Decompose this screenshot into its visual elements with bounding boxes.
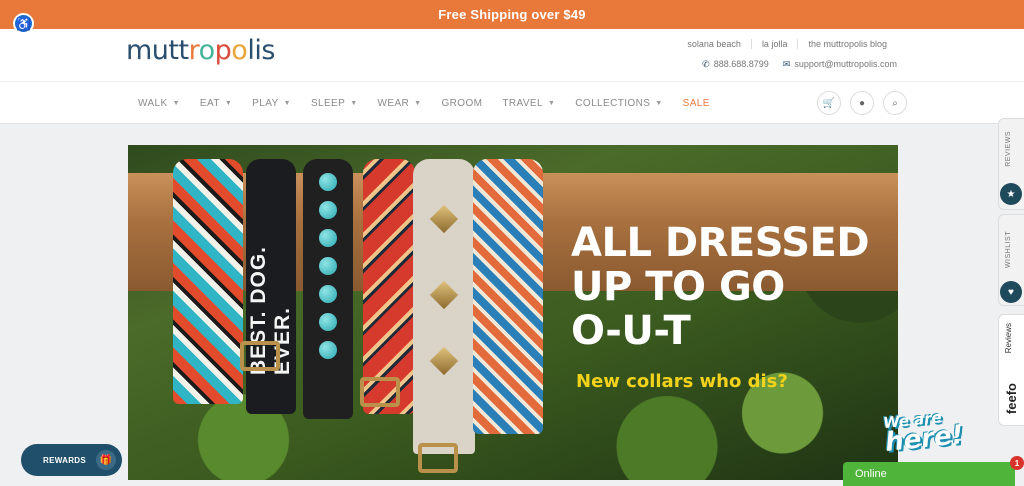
site-header: muttropolis solana beach la jolla the mu… bbox=[0, 29, 1024, 81]
nav-eat[interactable]: EAT ▼ bbox=[200, 98, 232, 109]
turquoise-stud bbox=[319, 257, 337, 275]
blue-beaded-collar bbox=[473, 159, 543, 434]
nav-groom[interactable]: GROOM bbox=[442, 98, 483, 109]
chevron-down-icon: ▼ bbox=[283, 100, 291, 107]
muttropolis-logo[interactable]: muttropolis bbox=[126, 35, 275, 66]
nav-travel[interactable]: TRAVEL ▼ bbox=[502, 98, 555, 109]
heart-icon: ♥ bbox=[1000, 281, 1022, 303]
gift-icon: 🎁 bbox=[96, 450, 116, 470]
blog-link[interactable]: the muttropolis blog bbox=[797, 39, 897, 49]
chevron-down-icon: ▼ bbox=[224, 100, 233, 107]
store-link-la-jolla[interactable]: la jolla bbox=[750, 39, 798, 49]
hero-subline: New collars who dis? bbox=[576, 371, 788, 392]
nav-walk[interactable]: WALK ▼ bbox=[138, 98, 180, 109]
envelope-icon: ✉ bbox=[782, 59, 791, 69]
beaded-collar bbox=[173, 159, 243, 404]
reviews-tab[interactable]: REVIEWS ★ bbox=[998, 118, 1024, 210]
turquoise-stud bbox=[319, 285, 337, 303]
chat-greeting[interactable]: We are here! bbox=[882, 405, 965, 458]
phone-icon: ✆ bbox=[702, 59, 710, 69]
store-link-solana-beach[interactable]: solana beach bbox=[677, 39, 751, 49]
nav-collections[interactable]: COLLECTIONS ▼ bbox=[575, 98, 662, 109]
chat-online-bar[interactable]: Online bbox=[843, 462, 1015, 486]
turquoise-stud bbox=[319, 201, 337, 219]
collar-buckle bbox=[240, 341, 280, 371]
phone-link[interactable]: ✆ 888.688.8799 bbox=[702, 59, 769, 70]
star-icon: ★ bbox=[1000, 183, 1022, 205]
chevron-down-icon: ▼ bbox=[655, 100, 663, 107]
chat-notification-badge: 1 bbox=[1010, 456, 1024, 470]
red-beaded-collar bbox=[363, 159, 415, 414]
collar-buckle bbox=[418, 443, 458, 473]
cart-icon[interactable]: 🛒 bbox=[817, 91, 841, 115]
promo-banner: Free Shipping over $49 bbox=[0, 0, 1024, 29]
hero-banner[interactable]: BEST. DOG. EVER. ALL DRESSED UP TO GO O-… bbox=[128, 145, 898, 480]
turquoise-stud bbox=[319, 313, 337, 331]
user-icon[interactable]: ● bbox=[850, 91, 874, 115]
store-links: solana beach la jolla the muttropolis bl… bbox=[677, 39, 897, 49]
main-nav: WALK ▼ EAT ▼ PLAY ▼ SLEEP ▼ WEAR ▼ GROOM TRAV… bbox=[0, 81, 1024, 124]
email-link[interactable]: ✉ support@muttropolis.com bbox=[783, 59, 897, 70]
feefo-reviews-tab[interactable]: Reviews feefo bbox=[998, 314, 1024, 426]
nav-sleep[interactable]: SLEEP ▼ bbox=[311, 98, 358, 109]
collar-buckle bbox=[360, 377, 400, 407]
turquoise-stud bbox=[319, 341, 337, 359]
search-icon[interactable]: ⌕ bbox=[883, 91, 907, 115]
nav-wear[interactable]: WEAR ▼ bbox=[378, 98, 422, 109]
contact-info: ✆ 888.688.8799 ✉ support@muttropolis.com bbox=[702, 59, 897, 70]
turquoise-stud bbox=[319, 229, 337, 247]
chevron-down-icon: ▼ bbox=[414, 100, 422, 107]
chevron-down-icon: ▼ bbox=[350, 100, 358, 107]
wishlist-tab[interactable]: WISHLIST ♥ bbox=[998, 214, 1024, 306]
rewards-button[interactable]: REWARDS 🎁 bbox=[21, 444, 122, 476]
chevron-down-icon: ▼ bbox=[547, 100, 556, 107]
hero-headline: ALL DRESSED UP TO GO O-U-T bbox=[571, 220, 870, 354]
turquoise-stud bbox=[319, 173, 337, 191]
nav-sale[interactable]: SALE bbox=[683, 98, 710, 109]
feefo-logo: feefo bbox=[1004, 383, 1019, 415]
promo-text: Free Shipping over $49 bbox=[438, 7, 586, 22]
chevron-down-icon: ▼ bbox=[172, 100, 180, 107]
nav-play[interactable]: PLAY ▼ bbox=[252, 98, 291, 109]
wheelchair-icon[interactable]: ♿ bbox=[13, 13, 34, 34]
